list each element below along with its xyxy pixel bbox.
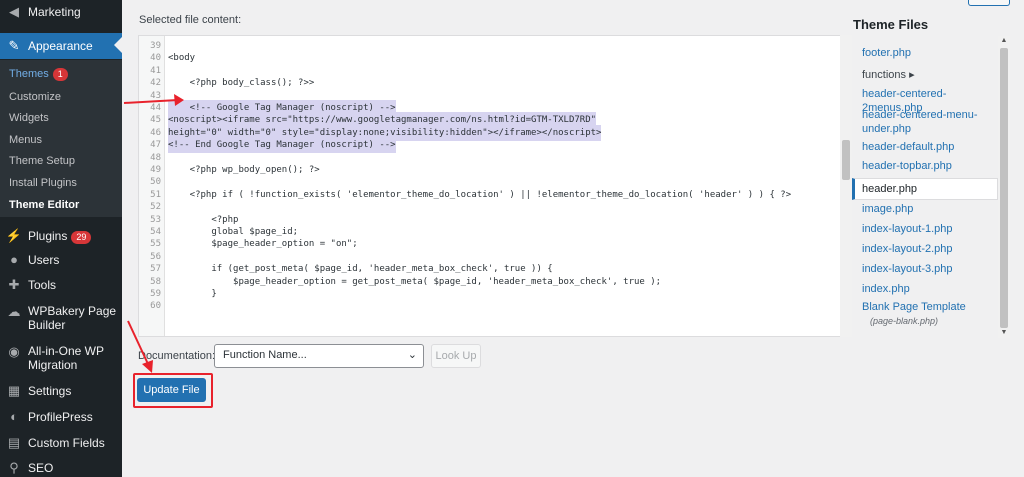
files-scrollbar-thumb[interactable] xyxy=(1000,48,1008,328)
settings-icon: ▦ xyxy=(7,383,21,398)
appearance-submenu: Themes 1 Customize Widgets Menus Theme Se… xyxy=(0,60,122,217)
submenu-item-theme-setup[interactable]: Theme Setup xyxy=(9,155,75,167)
megaphone-icon: ◀ xyxy=(9,4,19,19)
file-list-item[interactable]: functions ▸ xyxy=(852,68,998,82)
file-list-item[interactable]: index-layout-3.php xyxy=(852,262,998,276)
scroll-up-arrow-icon[interactable]: ▲ xyxy=(998,36,1010,46)
plug-icon: ⚡ xyxy=(5,228,23,243)
update-count-badge: 1 xyxy=(52,68,68,81)
file-list-item-filename: (page-blank.php) xyxy=(870,316,939,326)
sidebar-item-wpbakery[interactable]: ☁ WPBakery Page Builder xyxy=(0,304,122,334)
sidebar-item-users[interactable]: ● Users xyxy=(0,252,122,268)
sidebar-item-label: Settings xyxy=(28,384,72,398)
function-name-select[interactable]: Function Name... ⌄ xyxy=(214,344,424,368)
submenu-item-widgets[interactable]: Widgets xyxy=(9,112,49,124)
wrench-icon: ✚ xyxy=(8,277,20,292)
sidebar-item-label: Tools xyxy=(28,278,57,292)
sidebar-item-label-text: Plugins xyxy=(28,228,68,243)
sidebar-item-tools[interactable]: ✚ Tools xyxy=(0,277,122,293)
sidebar-item-appearance[interactable]: ✎ Appearance xyxy=(0,33,122,59)
file-list-item[interactable]: header-topbar.php xyxy=(852,159,998,173)
selected-file-label: Selected file content: xyxy=(139,14,242,26)
submenu-item-menus[interactable]: Menus xyxy=(9,134,42,146)
file-list-item[interactable]: index.php xyxy=(852,282,998,296)
file-list-item[interactable]: Blank Page Template xyxy=(852,300,998,314)
users-icon: ● xyxy=(10,252,18,267)
sidebar-item-seo[interactable]: ⚲ SEO xyxy=(0,460,122,476)
editor-scrollbar[interactable] xyxy=(840,35,852,337)
sidebar-item-label: Plugins 29 xyxy=(28,229,118,244)
admin-sidebar: ◀ Marketing ✎ Appearance Themes 1 Customi… xyxy=(0,0,122,477)
sidebar-item-label: All-in-One WP Migration xyxy=(28,344,104,372)
theme-files-title: Theme Files xyxy=(853,17,929,32)
paintbrush-icon: ✎ xyxy=(8,38,20,53)
file-list-item[interactable]: header.php xyxy=(852,178,998,200)
update-file-button[interactable]: Update File xyxy=(137,378,206,402)
file-list-item[interactable]: header-default.php xyxy=(852,140,998,154)
sidebar-item-profilepress[interactable]: ◐ ProfilePress xyxy=(0,409,122,425)
sidebar-item-label: Users xyxy=(28,253,60,267)
migration-icon: ◉ xyxy=(8,344,20,359)
help-tab-button[interactable] xyxy=(968,0,1010,6)
submenu-item-theme-editor[interactable]: Theme Editor xyxy=(9,199,79,211)
plugins-count-badge: 29 xyxy=(71,230,92,244)
file-list-item[interactable]: index-layout-1.php xyxy=(852,222,998,236)
current-menu-arrow xyxy=(114,37,122,53)
table-icon: ▤ xyxy=(7,435,21,450)
profile-icon: ◐ xyxy=(10,409,18,424)
submenu-item-customize[interactable]: Customize xyxy=(9,91,61,103)
cloud-icon: ☁ xyxy=(7,304,21,319)
sidebar-item-label: WPBakery Page Builder xyxy=(28,304,117,332)
submenu-item-install-plugins[interactable]: Install Plugins xyxy=(9,177,77,189)
annotation-arrow-icon xyxy=(123,94,184,106)
sidebar-item-label: Marketing xyxy=(28,5,81,19)
sidebar-item-label: ProfilePress xyxy=(28,410,93,424)
sidebar-item-marketing[interactable]: ◀ Marketing xyxy=(0,4,122,20)
editor-scrollbar-thumb[interactable] xyxy=(842,140,850,180)
file-list-item[interactable]: index-layout-2.php xyxy=(852,242,998,256)
file-list-item[interactable]: footer.php xyxy=(852,46,998,60)
submenu-item-label: Themes xyxy=(9,68,49,80)
scroll-down-arrow-icon[interactable]: ▼ xyxy=(998,328,1010,338)
sidebar-item-label: Appearance xyxy=(28,39,93,53)
search-icon: ⚲ xyxy=(9,460,19,475)
theme-files-list: footer.php functions ▸ header-centered-2me… xyxy=(852,36,1012,338)
code-editor[interactable]: 39 40 <body 41 42 <?php body_class(); ?>> 43 4… xyxy=(138,35,852,337)
sidebar-item-all-in-one-migration[interactable]: ◉ All-in-One WP Migration xyxy=(0,344,122,374)
file-list-item[interactable]: image.php xyxy=(852,202,998,216)
sidebar-item-plugins[interactable]: ⚡ Plugins 29 xyxy=(0,228,122,244)
code-line: 60 xyxy=(139,298,839,314)
line-number: 60 xyxy=(150,301,161,312)
submenu-item-themes[interactable]: Themes 1 xyxy=(9,68,68,81)
sidebar-item-settings[interactable]: ▦ Settings xyxy=(0,383,122,399)
look-up-button[interactable]: Look Up xyxy=(431,344,481,368)
file-list-item[interactable]: header-centered-menu-under.php xyxy=(852,108,998,136)
sidebar-item-label: Custom Fields xyxy=(28,436,105,450)
files-scrollbar[interactable]: ▲ ▼ xyxy=(998,36,1010,338)
chevron-down-icon: ⌄ xyxy=(407,349,417,361)
annotation-arrow-icon xyxy=(127,320,153,373)
function-name-select-value: Function Name... xyxy=(223,349,307,361)
sidebar-item-custom-fields[interactable]: ▤ Custom Fields xyxy=(0,435,122,451)
sidebar-item-label: SEO xyxy=(28,461,54,475)
